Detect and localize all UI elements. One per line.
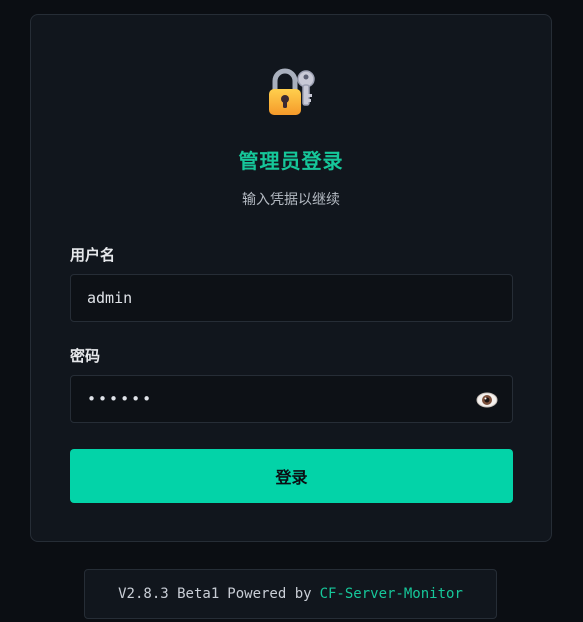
password-label: 密码 [70, 347, 101, 365]
version-text: V2.8.3 Beta1 [118, 586, 220, 602]
page-title: 管理员登录 [238, 149, 344, 173]
username-label: 用户名 [70, 246, 116, 264]
eye-icon[interactable] [476, 390, 498, 410]
login-button[interactable]: 登录 [70, 449, 513, 503]
login-card: 管理员登录 输入凭据以继续 用户名 admin 密码 •••••• 登录 [30, 14, 552, 542]
footer-version-bar: V2.8.3 Beta1 Powered by CF-Server-Monito… [84, 569, 497, 619]
password-input[interactable]: •••••• [70, 375, 513, 423]
password-value: •••••• [87, 390, 154, 408]
username-value: admin [87, 289, 133, 307]
lock-with-key-icon [265, 65, 321, 121]
page-subtitle: 输入凭据以继续 [242, 192, 340, 208]
login-page: 管理员登录 输入凭据以继续 用户名 admin 密码 •••••• 登录 V2.… [0, 0, 583, 622]
username-input[interactable]: admin [70, 274, 513, 322]
project-link[interactable]: CF-Server-Monitor [320, 586, 463, 602]
powered-by-text: Powered by [227, 586, 312, 602]
